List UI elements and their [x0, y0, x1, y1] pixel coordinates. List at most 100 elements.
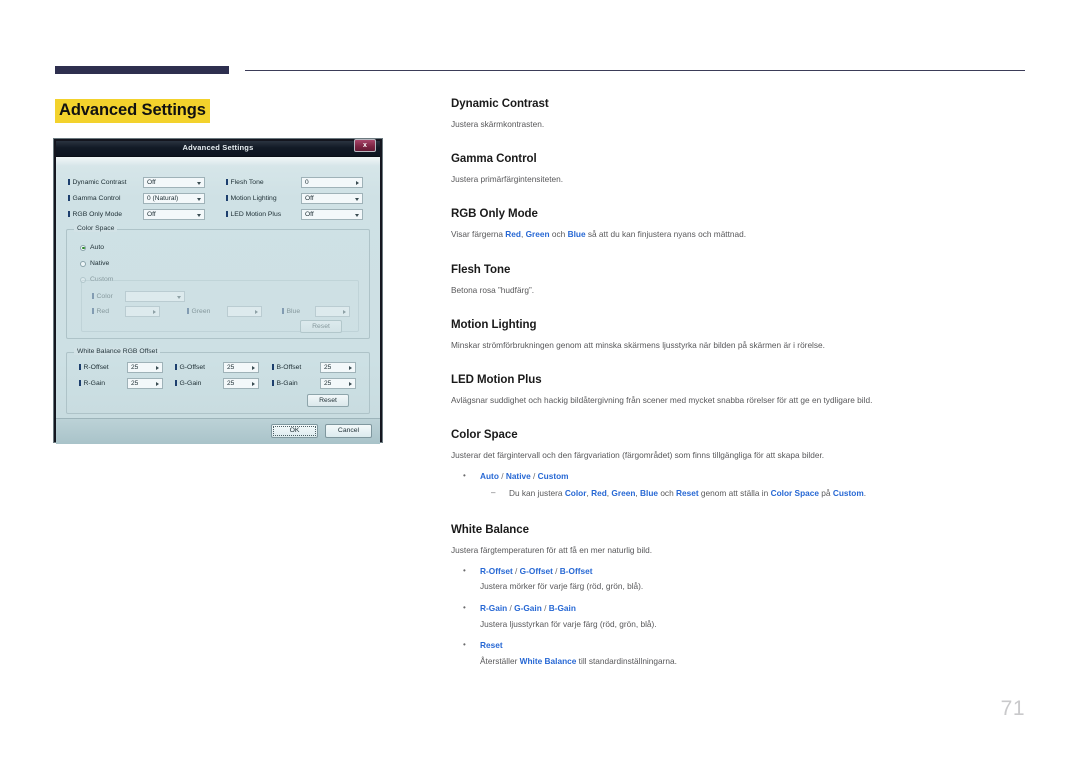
custom-green-spinner[interactable] [227, 306, 262, 317]
separator: / [541, 602, 549, 613]
chevron-right-icon [343, 309, 346, 314]
keyword-native: Native [505, 471, 531, 482]
custom-color-combo[interactable] [125, 291, 185, 302]
section-heading: White Balance [451, 523, 529, 536]
field-r-gain: R-Gain 25 [79, 378, 163, 389]
spin-value: 25 [131, 364, 139, 371]
section-led-motion-plus: LED Motion Plus Avlägsnar suddighet och … [451, 374, 1029, 406]
section-description: Avlägsnar suddighet och hackig bildåterg… [451, 394, 873, 405]
section-heading: Motion Lighting [451, 318, 537, 331]
chevron-right-icon [349, 381, 352, 386]
field-label: Flesh Tone [226, 179, 301, 186]
list-item-description: Återställer White Balance till standardi… [451, 656, 1029, 668]
spin-value: 25 [324, 364, 332, 371]
text-part: på [819, 487, 833, 498]
b-offset-spinner[interactable]: 25 [320, 362, 356, 373]
text-part: till standardinställningarna. [576, 655, 677, 666]
cancel-button[interactable]: Cancel [325, 424, 372, 438]
field-custom-blue: Blue [282, 306, 350, 317]
custom-red-spinner[interactable] [125, 306, 160, 317]
chevron-right-icon [252, 381, 255, 386]
field-label: LED Motion Plus [226, 211, 301, 218]
field-label: R-Gain [79, 380, 127, 387]
descriptions-column: Dynamic Contrast Justera skärmkontrasten… [451, 98, 1029, 667]
field-label: Dynamic Contrast [68, 179, 143, 186]
keyword-green: Green [525, 229, 550, 240]
flesh-tone-spinner[interactable]: 0 [301, 177, 363, 188]
separator: / [512, 565, 520, 576]
field-motion-lighting: Motion Lighting Off [226, 193, 363, 204]
combo-value: Off [305, 211, 314, 218]
dialog-body: Dynamic Contrast Off Gamma Control 0 (Na… [56, 157, 380, 444]
spin-value: 0 [305, 179, 309, 186]
field-custom-red: Red [92, 306, 160, 317]
keyword-blue: Blue [567, 229, 586, 240]
keyword-r-offset: R-Offset [480, 565, 513, 576]
text-part: Visar färgerna [451, 229, 506, 240]
field-b-gain: B-Gain 25 [272, 378, 356, 389]
g-offset-spinner[interactable]: 25 [223, 362, 259, 373]
g-gain-spinner[interactable]: 25 [223, 378, 259, 389]
list-item-description: Justera ljusstyrkan för varje färg (röd,… [480, 618, 657, 629]
chevron-down-icon [177, 295, 181, 299]
motion-lighting-combo[interactable]: Off [301, 193, 363, 204]
keyword-blue: Blue [640, 487, 659, 498]
separator: / [530, 471, 538, 482]
chevron-right-icon [349, 365, 352, 370]
section-heading: RGB Only Mode [451, 208, 538, 221]
field-label: Blue [282, 308, 315, 315]
header-rule-line [245, 70, 1025, 71]
chevron-down-icon [355, 197, 359, 201]
spin-value: 25 [324, 380, 332, 387]
keyword-color-space: Color Space [770, 487, 819, 498]
custom-reset-button[interactable]: Reset [300, 320, 342, 333]
r-gain-spinner[interactable]: 25 [127, 378, 163, 389]
list-item-description: Justera mörker för varje färg (röd, grön… [480, 581, 644, 592]
section-heading: LED Motion Plus [451, 373, 542, 386]
white-balance-reset-button[interactable]: Reset [307, 394, 349, 407]
section-rgb-only-mode: RGB Only Mode Visar färgerna Red, Green … [451, 208, 1029, 240]
keyword-g-gain: G-Gain [514, 602, 542, 613]
dialog-sheen [56, 157, 380, 166]
ok-button[interactable]: OK [271, 424, 318, 438]
manual-page: Advanced Settings Advanced Settings x Dy… [0, 0, 1080, 763]
spin-value: 25 [131, 380, 139, 387]
combo-value: Off [147, 211, 156, 218]
combo-value: Off [305, 195, 314, 202]
white-balance-legend: White Balance RGB Offset [74, 348, 161, 355]
field-led-motion-plus: LED Motion Plus Off [226, 209, 363, 220]
section-heading: Flesh Tone [451, 263, 511, 276]
keyword-green: Green [611, 487, 636, 498]
list-item: Du kan justera Color, Red, Green, Blue o… [451, 487, 1029, 500]
radio-native[interactable]: Native [80, 260, 109, 267]
keyword-auto: Auto [480, 471, 499, 482]
spin-value: 25 [227, 364, 235, 371]
gamma-control-combo[interactable]: 0 (Natural) [143, 193, 205, 204]
field-dynamic-contrast: Dynamic Contrast Off [68, 177, 205, 188]
section-motion-lighting: Motion Lighting Minskar strömförbrukning… [451, 319, 1029, 351]
combo-value: 0 (Natural) [147, 195, 179, 202]
radio-icon [80, 244, 86, 251]
led-motion-plus-combo[interactable]: Off [301, 209, 363, 220]
field-r-offset: R-Offset 25 [79, 362, 163, 373]
text-part: Återställer [480, 655, 520, 666]
section-white-balance: White Balance Justera färgtemperaturen f… [451, 524, 1029, 668]
keyword-white-balance: White Balance [519, 655, 577, 666]
page-title: Advanced Settings [55, 99, 210, 123]
b-gain-spinner[interactable]: 25 [320, 378, 356, 389]
close-icon[interactable]: x [354, 139, 376, 152]
page-number: 71 [1000, 697, 1025, 720]
chevron-down-icon [197, 213, 201, 217]
keyword-b-gain: B-Gain [548, 602, 576, 613]
dynamic-contrast-combo[interactable]: Off [143, 177, 205, 188]
section-description: Minskar strömförbrukningen genom att min… [451, 339, 825, 350]
radio-auto[interactable]: Auto [80, 244, 104, 251]
chevron-right-icon [356, 180, 359, 185]
text-part: så att du kan finjustera nyans och mättn… [585, 229, 747, 240]
rgb-only-mode-combo[interactable]: Off [143, 209, 205, 220]
custom-blue-spinner[interactable] [315, 306, 350, 317]
r-offset-spinner[interactable]: 25 [127, 362, 163, 373]
